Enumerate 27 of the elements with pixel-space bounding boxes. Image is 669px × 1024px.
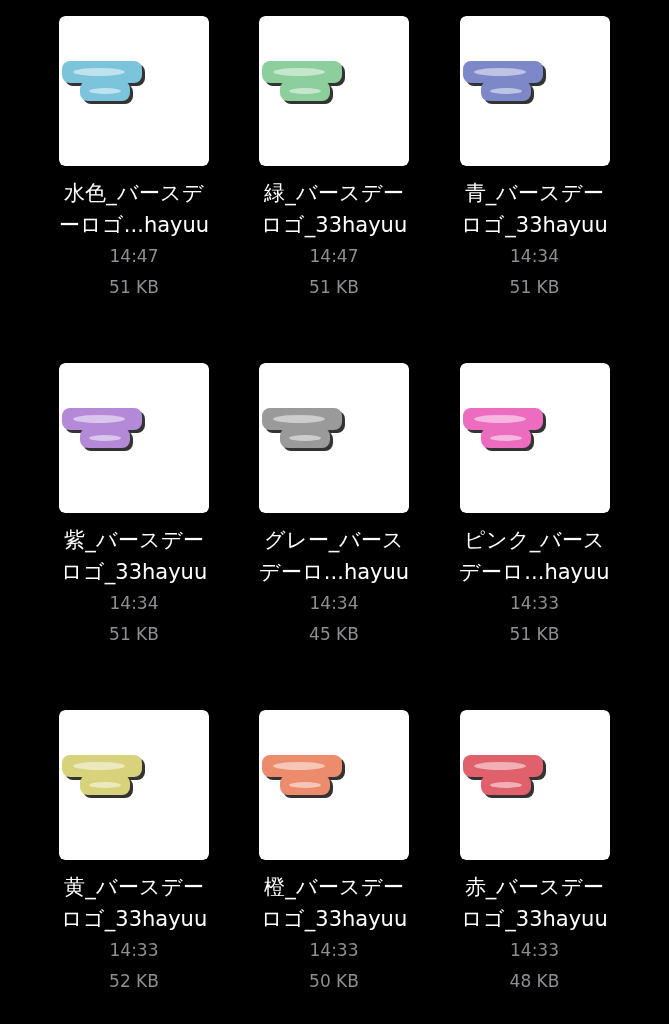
- file-time: 14:34: [109, 592, 159, 615]
- file-name: 赤_バースデー ロゴ_33hayuu: [461, 874, 608, 934]
- file-size: 48 KB: [509, 970, 560, 993]
- file-size: 51 KB: [109, 623, 159, 646]
- file-time: 14:33: [309, 939, 359, 962]
- file-name: グレー_バース デーロ...hayuu: [258, 527, 410, 586]
- file-time: 14:34: [309, 592, 359, 615]
- file-name: 橙_バースデー ロゴ_33hayuu: [260, 874, 408, 934]
- file-size: 52 KB: [109, 970, 159, 993]
- file-time: 14:34: [510, 245, 559, 268]
- file-time: 14:33: [109, 939, 159, 962]
- file-size: 51 KB: [509, 623, 560, 646]
- file-name: 水色_バースデ ーロゴ...hayuu: [58, 180, 210, 239]
- file-time: 14:47: [109, 245, 159, 268]
- file-name: 黄_バースデー ロゴ_33hayuu: [60, 874, 208, 934]
- file-time: 14:33: [510, 592, 559, 615]
- file-size: 51 KB: [309, 276, 359, 299]
- file-time: 14:47: [309, 245, 359, 268]
- file-size: 50 KB: [309, 970, 359, 993]
- file-size: 45 KB: [309, 623, 359, 646]
- file-name: 青_バースデー ロゴ_33hayuu: [461, 180, 608, 240]
- file-size: 51 KB: [109, 276, 159, 299]
- file-name: 紫_バースデー ロゴ_33hayuu: [60, 527, 208, 587]
- file-name: ピンク_バース デーロ...hayuu: [459, 527, 610, 586]
- file-name: 緑_バースデー ロゴ_33hayuu: [260, 180, 408, 240]
- file-size: 51 KB: [509, 276, 560, 299]
- file-time: 14:33: [510, 939, 559, 962]
